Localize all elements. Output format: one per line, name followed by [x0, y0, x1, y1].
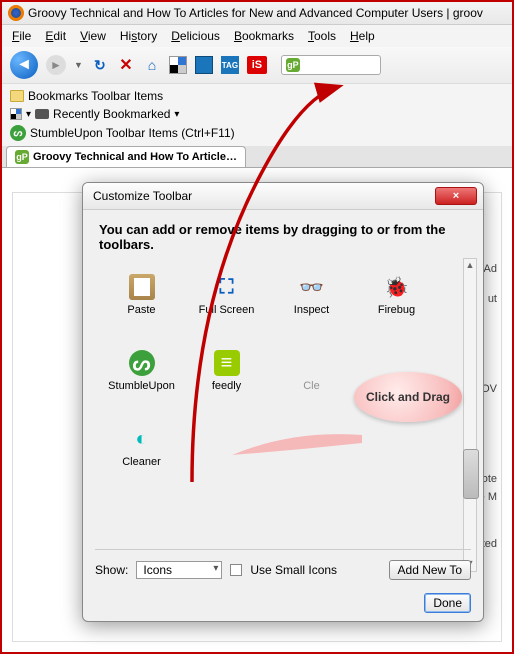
window-title: Groovy Technical and How To Articles for…: [28, 6, 483, 20]
forward-button[interactable]: ►: [46, 55, 66, 75]
tag-small-icon: [35, 109, 49, 119]
fullscreen-icon: ⛶: [214, 274, 240, 300]
bookmarks-toolbar-label: Bookmarks Toolbar Items: [28, 89, 163, 103]
cut-text: ut: [488, 293, 497, 305]
tab-label: Groovy Technical and How To Article…: [33, 151, 237, 163]
stumbleupon-toolbar[interactable]: ᔕ StumbleUpon Toolbar Items (Ctrl+F11): [10, 123, 504, 143]
cut-text: Ad: [484, 263, 497, 275]
show-label: Show:: [95, 563, 128, 577]
palette-scrollbar[interactable]: ▲ ▼: [463, 258, 477, 572]
reload-icon[interactable]: ↻: [91, 56, 109, 74]
item-cleaner[interactable]: ◐Cleaner: [99, 420, 184, 496]
folder-icon: [10, 90, 24, 102]
done-button[interactable]: Done: [424, 593, 471, 613]
small-icons-label: Use Small Icons: [250, 563, 337, 577]
item-inspect[interactable]: 👓Inspect: [269, 268, 354, 344]
small-icons-checkbox[interactable]: [230, 564, 242, 576]
search-input[interactable]: gP: [281, 55, 381, 75]
browser-tab[interactable]: gP Groovy Technical and How To Article…: [6, 146, 246, 167]
menu-history[interactable]: History: [114, 27, 163, 45]
menu-tools[interactable]: Tools: [302, 27, 342, 45]
back-button[interactable]: ◄: [10, 51, 38, 79]
dialog-instruction: You can add or remove items by dragging …: [99, 222, 467, 252]
tag-icon[interactable]: TAG: [221, 56, 239, 74]
paste-icon: [129, 274, 155, 300]
search-engine-icon: gP: [286, 58, 300, 72]
stumbleupon-label: StumbleUpon Toolbar Items (Ctrl+F11): [30, 126, 235, 140]
history-dropdown-icon[interactable]: ▼: [74, 60, 83, 70]
firefox-icon: [8, 5, 24, 21]
recently-bookmarked[interactable]: ▾ Recently Bookmarked ▾: [10, 105, 504, 123]
menu-help[interactable]: Help: [344, 27, 381, 45]
show-mode-select[interactable]: Icons: [136, 561, 222, 579]
partial-icon: [299, 350, 325, 376]
item-firebug[interactable]: 🐞Firebug: [354, 268, 439, 344]
menu-bookmarks[interactable]: Bookmarks: [228, 27, 300, 45]
toolbar-item-palette: Paste ⛶Full Screen 👓Inspect 🐞Firebug ᔕSt…: [99, 268, 439, 496]
home-icon[interactable]: ⌂: [143, 56, 161, 74]
stop-icon[interactable]: ✕: [117, 56, 135, 74]
add-new-toolbar-button[interactable]: Add New To: [389, 560, 471, 580]
scroll-up-icon[interactable]: ▲: [464, 260, 476, 272]
item-feedly[interactable]: ≡feedly: [184, 344, 269, 420]
item-cle-partial[interactable]: Cle: [269, 344, 354, 420]
inspect-icon: 👓: [299, 274, 325, 300]
delicious-icon[interactable]: [169, 56, 187, 74]
feedly-icon: ≡: [214, 350, 240, 376]
tab-favicon: gP: [15, 150, 29, 164]
cleaner-icon: ◐: [129, 426, 155, 452]
isearch-icon[interactable]: iS: [247, 56, 267, 74]
stumbleupon-icon: ᔕ: [10, 125, 26, 141]
item-stumbleupon[interactable]: ᔕStumbleUpon: [99, 344, 184, 420]
navigation-toolbar: ◄ ► ▼ ↻ ✕ ⌂ TAG iS gP: [2, 47, 512, 84]
menu-edit[interactable]: Edit: [39, 27, 72, 45]
menu-delicious[interactable]: Delicious: [165, 27, 226, 45]
scrollbar-thumb[interactable]: [463, 449, 479, 499]
menu-file[interactable]: File: [6, 27, 37, 45]
item-fullscreen[interactable]: ⛶Full Screen: [184, 268, 269, 344]
dialog-title: Customize Toolbar: [93, 189, 192, 203]
close-button[interactable]: ×: [435, 187, 477, 205]
menu-view[interactable]: View: [74, 27, 112, 45]
customize-toolbar-dialog: Customize Toolbar × You can add or remov…: [82, 182, 484, 622]
bookmarks-toolbar-items[interactable]: Bookmarks Toolbar Items: [10, 87, 504, 105]
delicious-small-icon: [10, 108, 22, 120]
firebug-icon: 🐞: [384, 274, 410, 300]
stumbleupon-item-icon: ᔕ: [129, 350, 155, 376]
recently-bookmarked-label: Recently Bookmarked: [53, 107, 170, 121]
item-paste[interactable]: Paste: [99, 268, 184, 344]
toolbar-square-icon[interactable]: [195, 56, 213, 74]
menu-bar: File Edit View History Delicious Bookmar…: [2, 25, 512, 47]
